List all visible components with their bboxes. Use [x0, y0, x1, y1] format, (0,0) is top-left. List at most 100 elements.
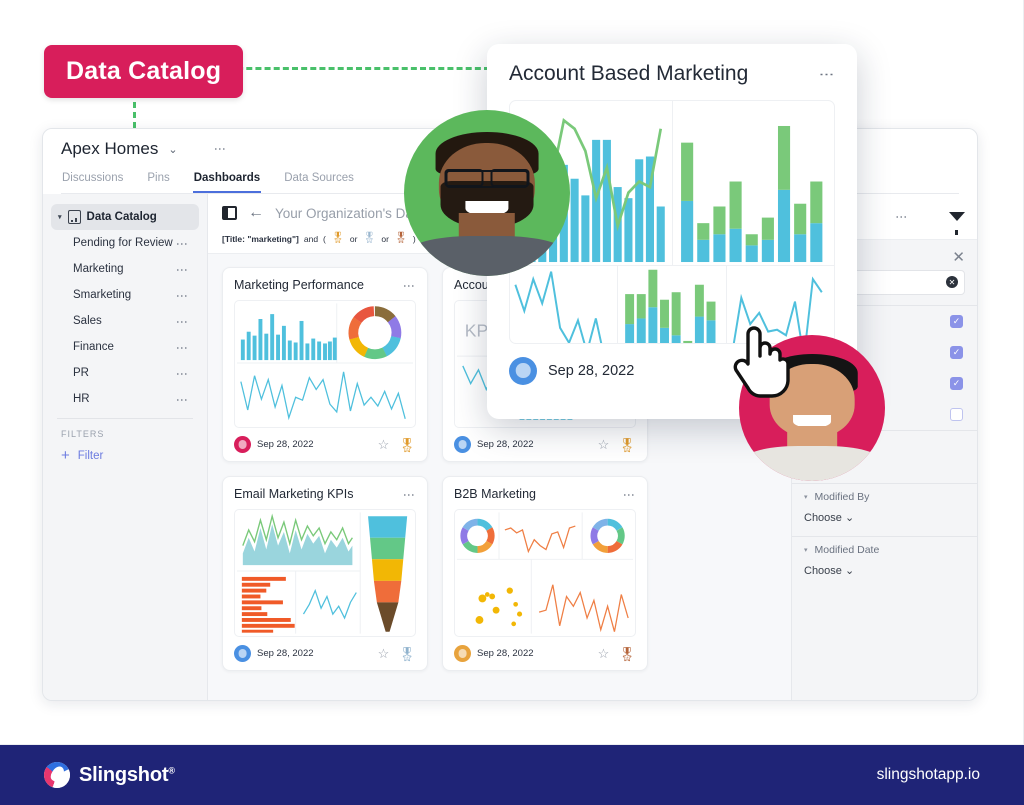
filter-group-modified-date: ▾ Modified Date Choose ⌄ — [792, 535, 977, 589]
add-filter-button[interactable]: + Filter — [51, 445, 199, 466]
card-visualization — [234, 509, 416, 637]
star-outline-icon[interactable]: ☆ — [598, 646, 610, 662]
star-outline-icon[interactable]: ☆ — [598, 437, 610, 453]
popup-chart-stacked-1 — [672, 101, 834, 266]
breadcrumb-label: Your Organization's Data — [275, 205, 425, 221]
card-footer: Sep 28, 2022 ☆ 🎖 — [454, 645, 636, 662]
gold-ribbon-icon: 🎖 — [330, 232, 345, 244]
modified-date-select[interactable]: Choose ⌄ — [792, 558, 977, 589]
brand-logo: Slingshot® — [44, 762, 175, 788]
popup-chart-decline-line — [510, 265, 619, 343]
sidebar-item-label: Sales — [73, 315, 102, 327]
query-and: and — [303, 233, 319, 244]
sidebar-item-hr[interactable]: HR ⋮ — [51, 386, 199, 412]
checkbox[interactable]: ✓ — [950, 345, 963, 359]
sidebar-item-smarketing[interactable]: Smarketing ⋮ — [51, 282, 199, 308]
chart-b2b-marketing — [456, 512, 634, 634]
chart-email-marketing-kpis — [236, 512, 408, 634]
checkbox[interactable]: ✓ — [950, 314, 963, 328]
workspace-menu-icon[interactable]: ⋮ — [213, 143, 227, 154]
star-outline-icon[interactable]: ☆ — [378, 646, 390, 662]
sidebar-item-label: HR — [73, 393, 90, 405]
kebab-menu-icon[interactable]: ⋮ — [175, 290, 189, 301]
sidebar-item-label: Smarketing — [73, 289, 132, 301]
query-or-1: or — [349, 233, 358, 244]
collapse-panel-icon[interactable] — [222, 206, 237, 220]
tab-pins[interactable]: Pins — [146, 168, 170, 193]
kebab-menu-icon[interactable]: ⋮ — [622, 489, 636, 500]
workspace-title: Apex Homes — [61, 139, 159, 158]
sidebar-item-pr[interactable]: PR ⋮ — [51, 360, 199, 386]
sidebar-item-label: Marketing — [73, 263, 124, 275]
chart-marketing-performance — [236, 303, 414, 421]
filter-group-modified-by: ▾ Modified By Choose ⌄ — [792, 482, 977, 536]
bronze-ribbon-icon: 🎖 — [618, 645, 636, 662]
clear-input-icon[interactable]: ✕ — [946, 276, 958, 289]
card-visualization — [454, 509, 636, 637]
sidebar-item-data-catalog[interactable]: ▾ Data Catalog — [51, 204, 199, 230]
query-or-2: or — [381, 233, 389, 244]
gold-ribbon-icon: 🎖 — [618, 436, 636, 453]
popup-title: Account Based Marketing — [509, 62, 749, 85]
card-footer: Sep 28, 2022 ☆ 🎖 — [234, 645, 416, 662]
kebab-menu-icon[interactable]: ⋮ — [175, 238, 189, 249]
select-value: Choose — [804, 511, 842, 524]
tab-discussions[interactable]: Discussions — [61, 168, 124, 193]
chevron-down-icon: ⌄ — [844, 564, 855, 577]
kebab-menu-icon[interactable]: ⋮ — [895, 211, 909, 222]
card-footer: Sep 28, 2022 ☆ 🎖 — [234, 436, 416, 453]
star-outline-icon[interactable]: ☆ — [378, 437, 390, 453]
avatar — [234, 436, 251, 453]
chevron-down-icon[interactable]: ▾ — [804, 546, 808, 554]
sidebar-header-label: Data Catalog — [86, 211, 157, 223]
sidebar-item-pending-for-review[interactable]: Pending for Review ⋮ — [51, 230, 199, 256]
sidebar-item-sales[interactable]: Sales ⋮ — [51, 308, 199, 334]
data-catalog-callout-badge: Data Catalog — [44, 45, 244, 98]
kebab-menu-icon[interactable]: ⋮ — [175, 316, 189, 327]
pointing-hand-cursor — [730, 320, 790, 403]
card-title: B2B Marketing — [454, 487, 536, 501]
chevron-down-icon[interactable]: ⌄ — [168, 143, 177, 156]
kebab-menu-icon[interactable]: ⋮ — [402, 280, 416, 291]
sidebar-item-label: PR — [73, 367, 89, 379]
avatar — [509, 357, 537, 385]
chevron-down-icon[interactable]: ▾ — [58, 213, 62, 221]
query-open-paren: ( — [323, 233, 326, 244]
popup-header: Account Based Marketing ⋮ — [509, 62, 835, 86]
select-value: Choose — [804, 564, 842, 577]
chevron-down-icon[interactable]: ▾ — [804, 493, 808, 501]
kebab-menu-icon[interactable]: ⋮ — [175, 264, 189, 275]
dashboard-card-marketing-performance[interactable]: Marketing Performance ⋮ Sep 28, 2022 ☆ 🎖 — [222, 267, 428, 462]
tab-data-sources[interactable]: Data Sources — [283, 168, 355, 193]
silver-ribbon-icon: 🎖 — [398, 645, 416, 662]
add-filter-label: Filter — [77, 449, 104, 462]
dashboard-card-b2b-marketing[interactable]: B2B Marketing ⋮ Sep 28, 2022 ☆ 🎖 — [442, 476, 648, 671]
card-title: Email Marketing KPIs — [234, 487, 354, 501]
sidebar-divider — [57, 418, 193, 419]
card-date: Sep 28, 2022 — [257, 648, 314, 659]
back-arrow-icon[interactable]: ← — [248, 204, 264, 222]
tab-dashboards[interactable]: Dashboards — [192, 168, 262, 193]
modified-by-select[interactable]: Choose ⌄ — [792, 505, 977, 536]
plus-icon: + — [61, 447, 70, 464]
checkbox[interactable] — [950, 407, 963, 421]
kebab-menu-icon[interactable]: ⋮ — [817, 67, 835, 81]
sidebar-item-finance[interactable]: Finance ⋮ — [51, 334, 199, 360]
sidebar-item-label: Pending for Review — [73, 237, 173, 249]
avatar — [454, 436, 471, 453]
dashboard-card-email-marketing-kpis[interactable]: Email Marketing KPIs ⋮ Sep 28, 2022 ☆ 🎖 — [222, 476, 428, 671]
kebab-menu-icon[interactable]: ⋮ — [402, 489, 416, 500]
kebab-menu-icon[interactable]: ⋮ — [175, 342, 189, 353]
popup-chart-stacked-2 — [618, 265, 727, 343]
card-title: Marketing Performance — [234, 278, 364, 292]
kebab-menu-icon[interactable]: ⋮ — [175, 394, 189, 405]
bronze-ribbon-icon: 🎖 — [393, 232, 408, 244]
funnel-filter-icon[interactable] — [948, 211, 965, 235]
card-date: Sep 28, 2022 — [257, 439, 314, 450]
slingshot-rocket-logo — [44, 762, 70, 788]
checkbox[interactable]: ✓ — [950, 376, 963, 390]
kebab-menu-icon[interactable]: ⋮ — [175, 368, 189, 379]
footer-bar: Slingshot® slingshotapp.io — [0, 745, 1024, 805]
sidebar-item-label: Finance — [73, 341, 114, 353]
sidebar-item-marketing[interactable]: Marketing ⋮ — [51, 256, 199, 282]
